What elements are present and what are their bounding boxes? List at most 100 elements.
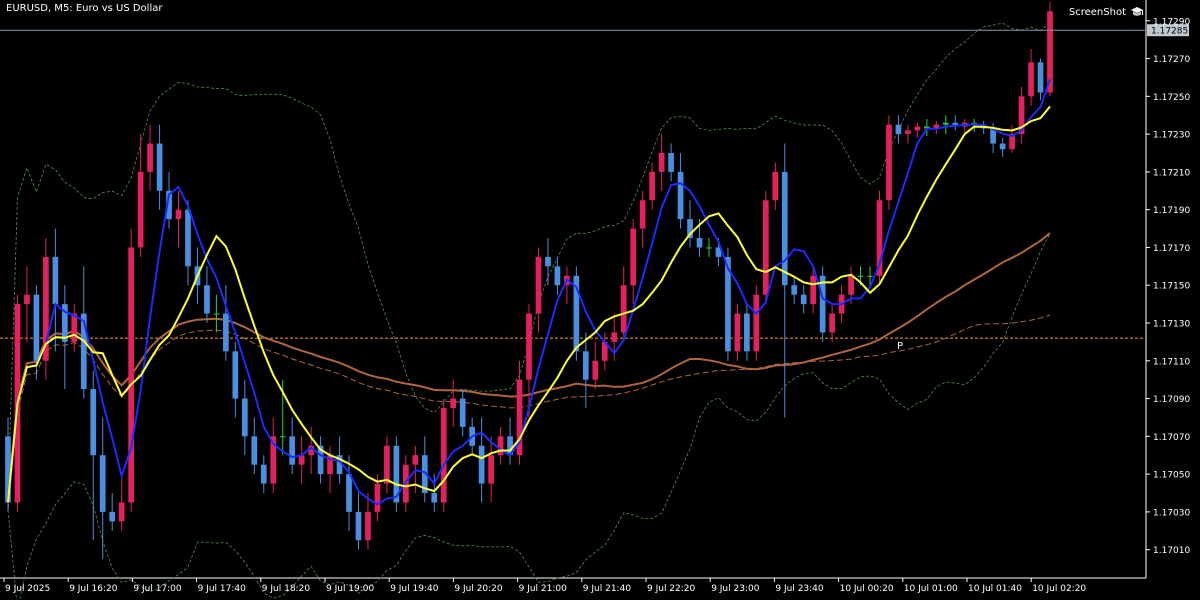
candle-body <box>668 153 674 172</box>
y-tick-label: 1.17090 <box>1153 395 1190 405</box>
y-tick-label: 1.17150 <box>1153 282 1190 292</box>
candle-body <box>298 455 305 465</box>
candle-body <box>223 313 229 352</box>
candle-body <box>33 294 40 361</box>
candle-body <box>526 313 532 380</box>
x-tick-label: 9 Jul 21:40 <box>583 584 632 594</box>
x-tick-label: 9 Jul 16:20 <box>69 584 118 594</box>
candle-body <box>118 502 125 522</box>
candle-body <box>630 228 637 286</box>
candle-body <box>1028 62 1034 97</box>
candle-body <box>848 275 854 295</box>
graduation-cap-icon <box>1131 7 1143 16</box>
price-chart[interactable]: P1.172851.172901.172701.172501.172301.17… <box>0 0 1200 600</box>
candle-body <box>204 285 210 314</box>
y-tick-label: 1.17250 <box>1153 93 1190 103</box>
candle-body <box>753 294 760 352</box>
candle-body <box>289 436 296 465</box>
chart-title: EURUSD, M5: Euro vs US Dollar <box>6 3 163 14</box>
x-tick-label: 9 Jul 21:00 <box>519 584 568 594</box>
candle-body <box>52 256 59 305</box>
candle-body <box>696 238 703 248</box>
candle-body <box>582 351 589 380</box>
candle-body <box>914 126 921 131</box>
x-tick-label: 9 Jul 18:20 <box>262 584 311 594</box>
x-tick-label: 9 Jul 17:40 <box>198 584 247 594</box>
screenshot-button[interactable]: ScreenShot <box>1069 6 1144 18</box>
candle-body <box>71 313 78 342</box>
y-tick-label: 1.17130 <box>1153 320 1190 330</box>
candle-body <box>781 171 788 286</box>
candle-body <box>772 171 779 201</box>
y-tick-label: 1.17110 <box>1153 357 1190 367</box>
x-tick-label: 10 Jul 01:00 <box>904 584 958 594</box>
candle-body <box>658 153 665 172</box>
current-price-label: 1.17285 <box>1151 27 1188 37</box>
candle-body <box>905 130 911 135</box>
candle-body <box>185 209 191 267</box>
candle-body <box>90 389 97 456</box>
candle-body <box>857 275 864 277</box>
candle-body <box>886 124 892 201</box>
x-tick-label: 9 Jul 20:20 <box>454 584 503 594</box>
candle-body <box>497 436 504 456</box>
candle-body <box>459 398 466 427</box>
y-tick-label: 1.17210 <box>1153 168 1190 178</box>
candle-body <box>800 294 807 305</box>
x-tick-label: 9 Jul 17:00 <box>133 584 182 594</box>
y-tick-label: 1.17170 <box>1153 244 1190 254</box>
candle-body <box>810 275 817 305</box>
candle-body <box>175 209 182 220</box>
candle-body <box>942 122 949 125</box>
x-tick-label: 9 Jul 19:00 <box>326 584 375 594</box>
candle-body <box>147 143 153 172</box>
x-tick-label: 9 Jul 2025 <box>5 584 50 594</box>
x-tick-label: 9 Jul 19:40 <box>390 584 439 594</box>
chart-window[interactable]: P 1.17285 1.17290 1.17270 1.17250 1.17230 1.17… <box>0 0 1200 600</box>
candle-body <box>365 511 371 541</box>
candle-body <box>374 483 381 512</box>
y-tick-label: 1.17050 <box>1153 471 1190 481</box>
candle-body <box>762 200 769 295</box>
candle-body <box>128 247 134 503</box>
candle-body <box>554 266 561 286</box>
candle-body <box>384 445 390 484</box>
candle-body <box>260 464 267 484</box>
candle-body <box>895 124 902 135</box>
candle-body <box>431 493 438 503</box>
candle-body <box>649 171 655 201</box>
candle-body <box>819 275 826 333</box>
y-tick-label: 1.17070 <box>1153 433 1190 443</box>
candle-body <box>999 143 1006 150</box>
x-tick-label: 9 Jul 23:40 <box>775 584 824 594</box>
y-tick-label: 1.17230 <box>1153 131 1190 141</box>
candle-body <box>440 408 447 503</box>
candle-body <box>706 247 712 249</box>
y-tick-label: 1.17290 <box>1153 17 1190 27</box>
candle-body <box>346 474 352 512</box>
candle-body <box>355 511 362 541</box>
x-tick-label: 10 Jul 01:40 <box>968 584 1022 594</box>
candle-body <box>677 171 684 220</box>
candle-body <box>99 455 106 512</box>
candle-body <box>279 436 286 438</box>
candle-body <box>488 455 494 484</box>
candle-body <box>791 285 798 295</box>
y-tick-label: 1.17010 <box>1153 546 1190 556</box>
candle-body <box>744 313 750 352</box>
candle-body <box>109 511 116 522</box>
x-tick-label: 9 Jul 23:00 <box>711 584 760 594</box>
candle-body <box>734 313 741 352</box>
candle-body <box>412 455 419 465</box>
candle-body <box>611 332 618 342</box>
candle-body <box>535 256 542 314</box>
y-tick-label: 1.17030 <box>1153 508 1190 518</box>
candle-body <box>1037 62 1044 93</box>
x-tick-label: 10 Jul 02:20 <box>1032 584 1086 594</box>
x-tick-label: 10 Jul 00:20 <box>840 584 894 594</box>
candle-body <box>867 275 873 277</box>
candle-body <box>829 313 835 333</box>
candle-body <box>241 398 248 437</box>
candle-body <box>24 294 30 305</box>
y-tick-label: 1.17270 <box>1153 55 1190 65</box>
